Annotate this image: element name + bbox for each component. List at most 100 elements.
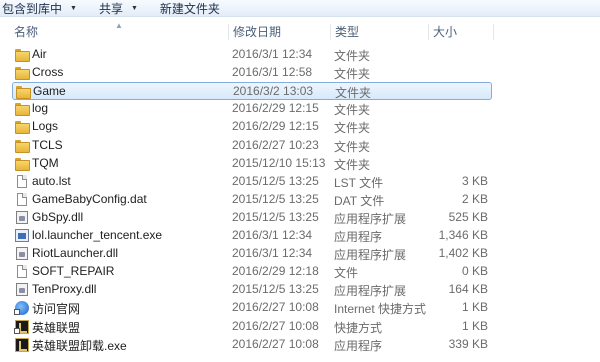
file-row[interactable]: Cross 2016/3/1 12:58 文件夹 xyxy=(12,64,492,82)
file-modified-date: 2016/2/27 10:08 xyxy=(232,318,319,333)
file-size: 1 KB xyxy=(461,318,488,333)
column-header-size[interactable]: 大小 xyxy=(429,22,493,42)
dll-icon xyxy=(14,210,29,225)
file-type: 应用程序扩展 xyxy=(334,284,407,299)
new-folder-button[interactable]: 新建文件夹 xyxy=(156,0,224,17)
file-name: 访问官网 xyxy=(32,302,81,317)
share-button[interactable]: 共享 ▼ xyxy=(95,0,142,17)
file-modified-date: 2016/2/27 10:08 xyxy=(232,300,319,315)
file-type: 文件夹 xyxy=(334,157,371,172)
folder-icon xyxy=(14,66,30,81)
file-row[interactable]: GbSpy.dll 2015/12/5 13:25 应用程序扩展 525 KB xyxy=(12,209,492,227)
file-modified-date: 2015/12/5 13:25 xyxy=(232,173,319,188)
file-name: GbSpy.dll xyxy=(32,209,84,224)
file-type: 应用程序扩展 xyxy=(334,248,407,263)
file-row[interactable]: auto.lst 2015/12/5 13:25 LST 文件 3 KB xyxy=(12,173,492,191)
file-modified-date: 2015/12/5 13:25 xyxy=(232,282,319,297)
internet-shortcut-icon xyxy=(14,301,29,316)
column-divider[interactable] xyxy=(493,24,494,40)
file-row[interactable]: lol.launcher_tencent.exe 2016/3/1 12:34 应用… xyxy=(12,227,492,245)
folder-icon xyxy=(15,85,31,100)
file-name: TQM xyxy=(32,155,59,170)
file-name: Game xyxy=(33,84,66,99)
sort-up-icon: ▲ xyxy=(115,21,123,30)
command-bar: 包含到库中 ▼ 共享 ▼ 新建文件夹 xyxy=(0,0,600,17)
file-name: Air xyxy=(32,47,47,61)
column-header-date-label: 修改日期 xyxy=(233,25,282,39)
folder-icon xyxy=(14,157,30,171)
file-type: 快捷方式 xyxy=(334,320,383,335)
folder-icon xyxy=(14,120,30,135)
file-name: 英雄联盟卸载.exe xyxy=(32,338,127,353)
chevron-down-icon: ▼ xyxy=(70,4,77,12)
file-type: DAT 文件 xyxy=(334,193,385,208)
file-modified-date: 2016/2/29 12:15 xyxy=(232,119,319,134)
exe-icon xyxy=(14,229,29,243)
file-row[interactable]: 访问官网 2016/2/27 10:08 Internet 快捷方式 1 KB xyxy=(12,299,492,317)
file-type: LST 文件 xyxy=(334,175,384,190)
file-modified-date: 2016/2/27 10:23 xyxy=(232,137,319,152)
file-size: 339 KB xyxy=(448,336,488,351)
file-row[interactable]: SOFT_REPAIR 2016/2/29 12:18 文件 0 KB xyxy=(12,263,492,281)
file-modified-date: 2015/12/5 13:25 xyxy=(232,209,319,224)
file-modified-date: 2015/12/5 13:25 xyxy=(232,191,319,206)
file-row[interactable]: 英雄联盟卸载.exe 2016/2/27 10:08 应用程序 339 KB xyxy=(12,336,492,354)
dll-icon xyxy=(14,283,29,297)
file-name: SOFT_REPAIR xyxy=(32,264,115,279)
file-row[interactable]: GameBabyConfig.dat 2015/12/5 13:25 DAT 文件 2… xyxy=(12,191,492,209)
file-modified-date: 2016/3/1 12:34 xyxy=(232,246,313,261)
new-folder-label: 新建文件夹 xyxy=(159,1,220,16)
include-in-library-button[interactable]: 包含到库中 ▼ xyxy=(0,0,81,17)
file-modified-date: 2016/2/29 12:15 xyxy=(232,101,319,116)
file-modified-date: 2016/3/1 12:58 xyxy=(232,65,313,80)
file-size: 1 KB xyxy=(461,300,488,315)
file-modified-date: 2016/3/2 13:03 xyxy=(233,84,314,99)
folder-icon xyxy=(14,48,30,62)
file-name: Cross xyxy=(32,65,64,80)
file-type: 应用程序 xyxy=(334,338,383,353)
file-type: 文件 xyxy=(334,266,359,281)
share-label: 共享 xyxy=(98,1,123,16)
file-size: 3 KB xyxy=(461,173,488,188)
file-name: TCLS xyxy=(32,137,63,152)
file-icon xyxy=(14,265,29,279)
file-type: 文件夹 xyxy=(334,67,371,82)
file-name: TenProxy.dll xyxy=(32,282,97,297)
file-size: 1,346 KB xyxy=(438,228,488,242)
dll-icon xyxy=(14,247,29,261)
file-name: 英雄联盟 xyxy=(32,320,81,335)
file-size: 0 KB xyxy=(461,264,488,279)
column-header-date[interactable]: 修改日期 xyxy=(229,22,329,42)
file-name: Logs xyxy=(32,119,59,134)
file-row[interactable]: TenProxy.dll 2015/12/5 13:25 应用程序扩展 164 KB xyxy=(12,281,492,299)
file-modified-date: 2016/3/1 12:34 xyxy=(232,228,313,242)
file-type: 文件夹 xyxy=(334,121,371,136)
column-header-name-label: 名称 xyxy=(14,25,39,39)
file-size: 2 KB xyxy=(461,191,488,206)
column-header: 名称 ▲ 修改日期 类型 大小 xyxy=(0,21,600,42)
file-modified-date: 2016/2/27 10:08 xyxy=(232,336,319,351)
lol-shortcut-icon xyxy=(14,319,29,334)
column-header-size-label: 大小 xyxy=(433,25,458,39)
column-header-type[interactable]: 类型 xyxy=(331,22,427,42)
folder-icon xyxy=(14,102,30,117)
file-modified-date: 2016/2/29 12:18 xyxy=(232,264,319,279)
file-row[interactable]: Logs 2016/2/29 12:15 文件夹 xyxy=(12,118,492,136)
file-row[interactable]: RiotLauncher.dll 2016/3/1 12:34 应用程序扩展 1,40… xyxy=(12,245,492,263)
file-size: 1,402 KB xyxy=(438,246,488,261)
file-row[interactable]: TCLS 2016/2/27 10:23 文件夹 xyxy=(12,137,492,155)
file-type: 文件夹 xyxy=(335,86,372,101)
file-name: log xyxy=(32,101,49,116)
file-row[interactable]: Air 2016/3/1 12:34 文件夹 xyxy=(12,46,492,64)
file-type: 文件夹 xyxy=(334,49,371,63)
lol-uninstall-icon xyxy=(14,337,29,352)
include-in-library-label: 包含到库中 xyxy=(2,1,63,16)
file-name: auto.lst xyxy=(32,173,71,188)
file-row[interactable]: Game 2016/3/2 13:03 文件夹 xyxy=(12,82,492,101)
file-type: 应用程序 xyxy=(334,230,383,244)
folder-icon xyxy=(14,139,30,153)
file-row[interactable]: TQM 2015/12/10 15:13 文件夹 xyxy=(12,155,492,173)
file-row[interactable]: 英雄联盟 2016/2/27 10:08 快捷方式 1 KB xyxy=(12,318,492,336)
file-row[interactable]: log 2016/2/29 12:15 文件夹 xyxy=(12,100,492,118)
file-icon xyxy=(14,192,29,207)
